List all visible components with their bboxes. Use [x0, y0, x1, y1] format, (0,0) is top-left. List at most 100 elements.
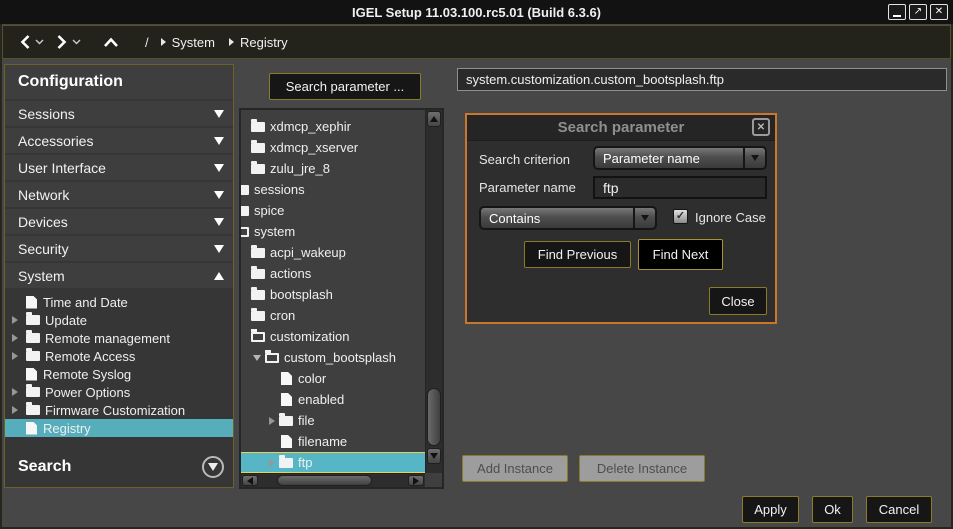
sidebar-item-power-options[interactable]: Power Options	[5, 383, 233, 401]
scroll-left-button[interactable]	[242, 475, 258, 486]
expander-collapsed-icon[interactable]	[10, 388, 26, 396]
tree-item-actions[interactable]: actions	[241, 263, 425, 284]
folder-icon	[251, 248, 265, 258]
chevron-down-icon	[214, 245, 224, 253]
forward-button[interactable]	[56, 34, 68, 50]
search-parameter-dialog: Search parameter ✕ Search criterion Para…	[465, 113, 777, 324]
scroll-up-button[interactable]	[427, 111, 441, 127]
horizontal-scrollbar	[241, 473, 425, 487]
ignore-case-label: Ignore Case	[695, 206, 766, 228]
forward-history-dropdown[interactable]	[72, 39, 81, 45]
page-icon	[281, 372, 292, 385]
dialog-close-button[interactable]: ✕	[752, 118, 770, 136]
breadcrumb-label: Registry	[240, 35, 288, 50]
dialog-close-action-button[interactable]: Close	[709, 287, 767, 315]
apply-button[interactable]: Apply	[742, 496, 799, 523]
sidebar-item-time-and-date[interactable]: Time and Date	[5, 293, 233, 311]
breadcrumb-system[interactable]: System	[161, 35, 215, 50]
scroll-right-button[interactable]	[408, 475, 424, 486]
window-controls: ↗ ✕	[888, 4, 953, 20]
sidebar-item-registry[interactable]: Registry	[5, 419, 233, 437]
close-button[interactable]: ✕	[930, 4, 948, 20]
scroll-down-button[interactable]	[427, 448, 441, 464]
sidebar-item-label: Remote Access	[45, 349, 135, 364]
page-icon	[281, 435, 292, 448]
tree-item-filename[interactable]: filename	[241, 431, 425, 452]
delete-instance-button[interactable]: Delete Instance	[579, 455, 705, 482]
tree-item-label: xdmcp_xserver	[270, 140, 358, 155]
tree-item-xdmcp-xephir[interactable]: xdmcp_xephir	[241, 116, 425, 137]
sidebar-item-security[interactable]: Security	[5, 236, 233, 261]
sidebar-item-accessories[interactable]: Accessories	[5, 128, 233, 153]
tree-item-label: customization	[270, 329, 349, 344]
search-criterion-select[interactable]: Parameter name	[593, 146, 767, 170]
tree-item-acpi-wakeup[interactable]: acpi_wakeup	[241, 242, 425, 263]
tree-item-zulu-jre-8[interactable]: zulu_jre_8	[241, 158, 425, 179]
tree-item-color[interactable]: color	[241, 368, 425, 389]
breadcrumb-root[interactable]: /	[145, 35, 149, 50]
expander-collapsed-icon[interactable]	[269, 417, 275, 425]
parameter-path-field[interactable]	[457, 68, 947, 91]
search-expand-button[interactable]	[202, 456, 224, 478]
tree-item-sessions[interactable]: sessions	[241, 179, 425, 200]
up-button[interactable]	[103, 37, 119, 48]
tree-item-label: system	[254, 224, 295, 239]
folder-open-icon	[251, 332, 265, 342]
sidebar-item-network[interactable]: Network	[5, 182, 233, 207]
sidebar-item-system[interactable]: System	[5, 263, 233, 288]
tree-item-file[interactable]: file	[241, 410, 425, 431]
find-previous-button[interactable]: Find Previous	[524, 241, 631, 268]
chevron-up-icon	[214, 272, 224, 280]
tree-item-enabled[interactable]: enabled	[241, 389, 425, 410]
search-parameter-button[interactable]: Search parameter ...	[269, 73, 421, 100]
sidebar-item-remote-syslog[interactable]: Remote Syslog	[5, 365, 233, 383]
sidebar-item-label: Devices	[18, 214, 68, 230]
sidebar-item-label: Accessories	[18, 133, 93, 149]
sidebar-item-user-interface[interactable]: User Interface	[5, 155, 233, 180]
tree-item-ftp[interactable]: ftp	[241, 452, 425, 473]
find-next-button[interactable]: Find Next	[638, 239, 723, 270]
maximize-button[interactable]: ↗	[909, 4, 927, 20]
sidebar-item-remote-management[interactable]: Remote management	[5, 329, 233, 347]
vertical-scroll-thumb[interactable]	[427, 388, 441, 446]
breadcrumb-registry[interactable]: Registry	[229, 35, 288, 50]
ignore-case-checkbox[interactable]: ✓	[673, 209, 688, 224]
tree-item-customization[interactable]: customization	[241, 326, 425, 347]
sidebar-item-sessions[interactable]: Sessions	[5, 101, 233, 126]
caret-down-icon	[35, 39, 44, 45]
expander-expanded-icon[interactable]	[253, 355, 261, 361]
expander-collapsed-icon[interactable]	[10, 352, 26, 360]
folder-icon	[26, 333, 40, 343]
cancel-button[interactable]: Cancel	[866, 496, 932, 523]
ok-button[interactable]: Ok	[812, 496, 853, 523]
tree-item-cron[interactable]: cron	[241, 305, 425, 326]
folder-icon	[241, 206, 249, 216]
folder-icon	[251, 143, 265, 153]
parameter-name-input[interactable]	[593, 176, 767, 199]
expander-collapsed-icon[interactable]	[10, 316, 26, 324]
expander-collapsed-icon[interactable]	[10, 334, 26, 342]
tree-item-custom-bootsplash[interactable]: custom_bootsplash	[241, 347, 425, 368]
add-instance-button[interactable]: Add Instance	[462, 455, 568, 482]
triangle-right-icon	[12, 388, 18, 396]
expander-collapsed-icon[interactable]	[269, 459, 275, 467]
tree-item-system[interactable]: system	[241, 221, 425, 242]
expander-collapsed-icon[interactable]	[10, 406, 26, 414]
breadcrumb-arrow-icon	[229, 38, 234, 46]
sidebar-item-label: Registry	[43, 421, 91, 436]
sidebar-item-firmware-customization[interactable]: Firmware Customization	[5, 401, 233, 419]
sidebar-item-update[interactable]: Update	[5, 311, 233, 329]
back-button[interactable]	[19, 34, 31, 50]
back-history-dropdown[interactable]	[35, 39, 44, 45]
horizontal-scroll-thumb[interactable]	[277, 475, 372, 486]
tree-item-spice[interactable]: spice	[241, 200, 425, 221]
sidebar-item-devices[interactable]: Devices	[5, 209, 233, 234]
sidebar-item-remote-access[interactable]: Remote Access	[5, 347, 233, 365]
match-mode-select[interactable]: Contains	[479, 206, 657, 230]
sidebar-header: Configuration	[5, 65, 233, 99]
tree-item-xdmcp-xserver[interactable]: xdmcp_xserver	[241, 137, 425, 158]
sidebar-item-label: System	[18, 268, 65, 284]
tree-item-bootsplash[interactable]: bootsplash	[241, 284, 425, 305]
minimize-button[interactable]	[888, 4, 906, 20]
search-section-header[interactable]: Search	[5, 450, 233, 483]
